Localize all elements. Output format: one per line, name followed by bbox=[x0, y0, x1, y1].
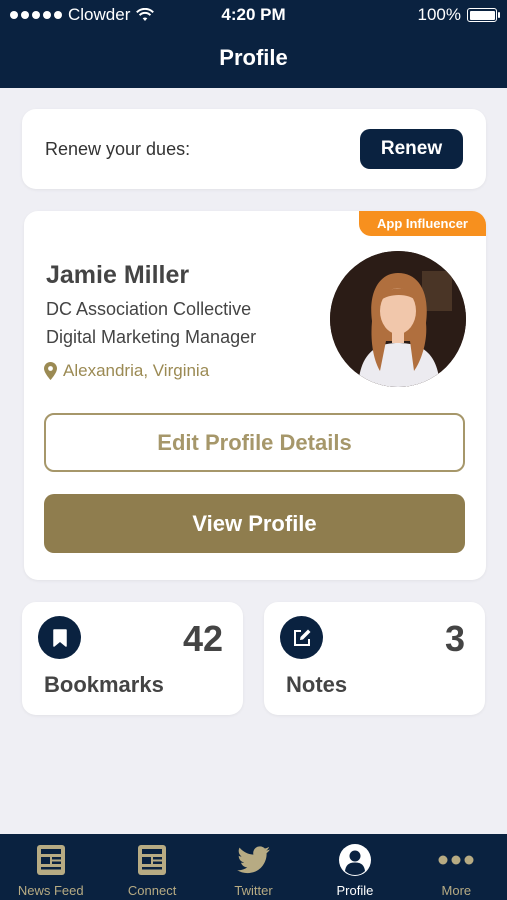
tab-label: News Feed bbox=[17, 883, 84, 898]
location-pin-icon bbox=[44, 362, 57, 380]
tab-label: Twitter bbox=[234, 883, 273, 898]
twitter-icon bbox=[236, 842, 272, 878]
user-circle-icon bbox=[337, 842, 373, 878]
bookmarks-count: 42 bbox=[182, 618, 223, 659]
profile-role: Digital Marketing Manager bbox=[46, 327, 257, 347]
tab-label: Profile bbox=[336, 883, 374, 898]
view-profile-button[interactable]: View Profile bbox=[44, 494, 465, 553]
tab-more[interactable]: More bbox=[406, 834, 507, 900]
notes-label: Notes bbox=[286, 672, 348, 697]
newspaper-icon bbox=[33, 842, 69, 878]
tab-bar: News Feed Connect Twitter Profile More bbox=[0, 834, 507, 900]
notes-card[interactable]: 3 Notes bbox=[264, 602, 485, 715]
tab-profile[interactable]: Profile bbox=[304, 834, 405, 900]
dues-label: Renew your dues: bbox=[45, 139, 191, 159]
top-header: Clowder 4:20 PM 100% Profile bbox=[0, 0, 507, 88]
profile-name: Jamie Miller bbox=[46, 261, 190, 289]
newspaper-icon bbox=[134, 842, 170, 878]
tab-label: Connect bbox=[127, 883, 177, 898]
tab-twitter[interactable]: Twitter bbox=[203, 834, 304, 900]
edit-profile-button[interactable]: Edit Profile Details bbox=[44, 413, 465, 472]
influencer-badge: App Influencer bbox=[359, 211, 486, 236]
notes-count: 3 bbox=[444, 618, 465, 659]
bookmarks-card[interactable]: 42 Bookmarks bbox=[22, 602, 243, 715]
dues-card: Renew your dues: Renew bbox=[22, 109, 486, 189]
note-edit-icon bbox=[280, 616, 323, 659]
tab-news-feed[interactable]: News Feed bbox=[0, 834, 101, 900]
bookmarks-label: Bookmarks bbox=[44, 672, 164, 697]
battery-indicator: 100% bbox=[417, 5, 500, 25]
avatar bbox=[330, 251, 466, 387]
profile-organization: DC Association Collective bbox=[46, 299, 252, 319]
location-text: Alexandria, Virginia bbox=[63, 361, 210, 380]
tab-connect[interactable]: Connect bbox=[101, 834, 202, 900]
renew-button[interactable]: Renew bbox=[360, 129, 463, 169]
profile-card: App Influencer Jamie Miller DC Associati… bbox=[24, 211, 486, 580]
profile-location: Alexandria, Virginia bbox=[44, 361, 209, 381]
status-bar: Clowder 4:20 PM 100% bbox=[0, 0, 507, 30]
more-dots-icon bbox=[438, 842, 474, 878]
tab-label: More bbox=[441, 883, 472, 898]
battery-icon bbox=[467, 8, 500, 22]
bookmark-icon bbox=[38, 616, 81, 659]
page-title: Profile bbox=[219, 45, 288, 70]
battery-percent: 100% bbox=[417, 5, 461, 24]
